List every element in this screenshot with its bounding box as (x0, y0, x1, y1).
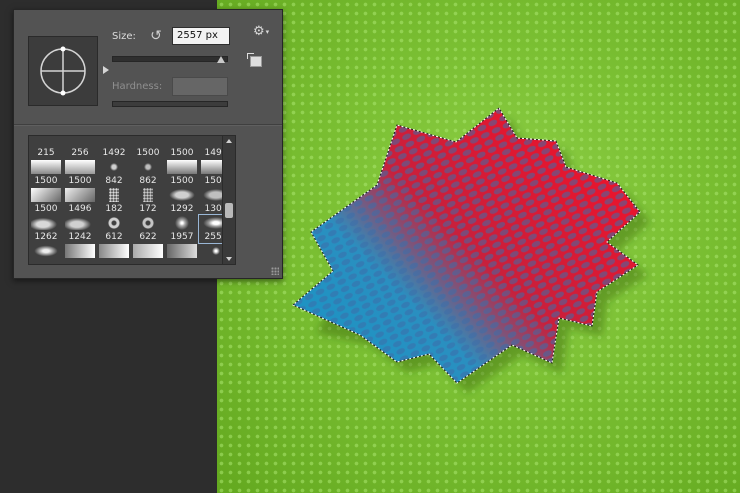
hardness-slider (112, 101, 228, 107)
brush-preset[interactable]: 1262 (29, 215, 63, 243)
brush-preset[interactable]: 612 (97, 215, 131, 243)
scroll-thumb[interactable] (225, 203, 233, 218)
gear-icon[interactable]: ⚙▾ (253, 24, 273, 40)
brush-preset[interactable] (165, 243, 199, 264)
brush-preset[interactable]: 622 (131, 215, 165, 243)
brush-preset[interactable]: 215 (29, 136, 63, 159)
size-slider-thumb[interactable] (217, 56, 225, 63)
brush-preset[interactable]: 1500 (165, 159, 199, 187)
hardness-label: Hardness: (112, 81, 163, 92)
brush-preset[interactable]: 1500 (29, 187, 63, 215)
brush-preset[interactable]: 1500 (165, 136, 199, 159)
hardness-input (172, 77, 228, 96)
brush-preset[interactable]: 1500 (131, 136, 165, 159)
brush-preset[interactable]: 182 (97, 187, 131, 215)
document-canvas[interactable] (217, 0, 740, 493)
brush-preset[interactable]: 1957 (165, 215, 199, 243)
preset-grid-scrollbar[interactable] (222, 135, 236, 265)
resize-grip-icon[interactable] (271, 267, 279, 275)
comic-burst-artwork (292, 107, 650, 393)
size-input[interactable]: 2557 px (172, 27, 230, 45)
scroll-up-icon[interactable] (226, 139, 232, 143)
panel-divider (14, 124, 282, 126)
burst-halftone-overlay (293, 108, 640, 383)
preview-arrow-icon (103, 66, 109, 74)
brush-preset[interactable]: 1500 (63, 159, 97, 187)
brush-preset-picker[interactable]: Size: ↺ 2557 px ⚙▾ Hardness: 215 256 149… (13, 9, 283, 279)
brush-preset[interactable]: 256 (63, 136, 97, 159)
brush-preset[interactable]: 1292 (165, 187, 199, 215)
scroll-down-icon[interactable] (226, 257, 232, 261)
size-slider[interactable] (112, 56, 228, 62)
brush-preset[interactable] (63, 243, 97, 264)
brush-preset[interactable]: 1496 (63, 187, 97, 215)
brush-preset[interactable]: 1500 (29, 159, 63, 187)
brush-preset[interactable]: 1242 (63, 215, 97, 243)
brush-preset[interactable]: 842 (97, 159, 131, 187)
size-label: Size: (112, 31, 136, 42)
brush-preset[interactable] (29, 243, 63, 264)
brush-preset[interactable]: 862 (131, 159, 165, 187)
brush-preset-grid[interactable]: 215 256 1492 1500 1500 1492 1500 1500 84… (28, 135, 236, 265)
reset-icon[interactable]: ↺ (148, 28, 164, 44)
brush-preset[interactable]: 1492 (97, 136, 131, 159)
new-preset-icon[interactable] (247, 53, 262, 67)
brush-preset[interactable] (97, 243, 131, 264)
brush-preset[interactable]: 172 (131, 187, 165, 215)
brush-preset[interactable] (131, 243, 165, 264)
brush-angle-roundness-icon[interactable] (28, 36, 98, 106)
